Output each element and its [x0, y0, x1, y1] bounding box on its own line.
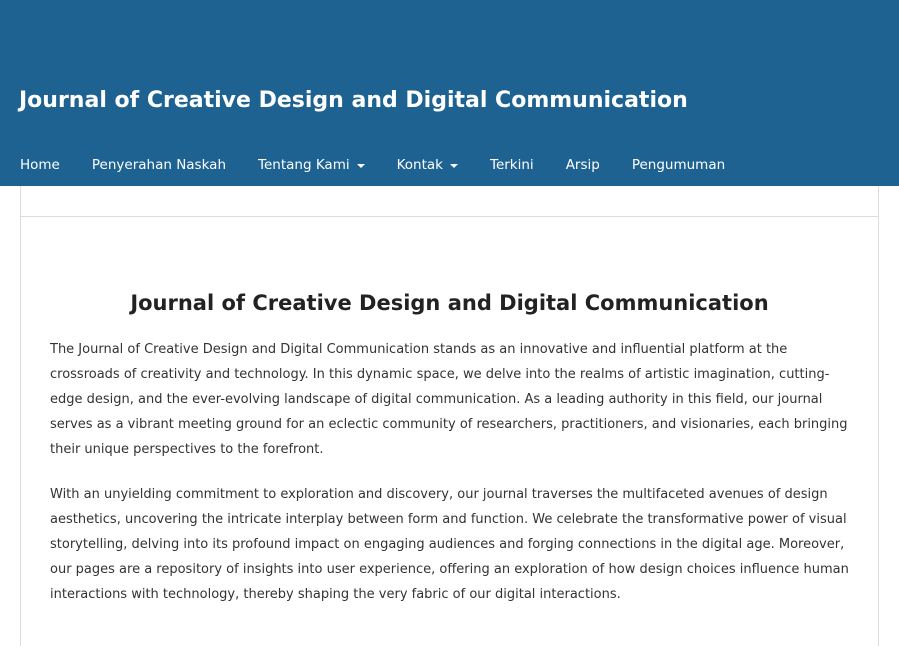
intro-paragraph-1: The Journal of Creative Design and Digit…	[50, 342, 848, 457]
nav-item-label: Pengumuman	[631, 157, 726, 173]
nav-item-label: Kontak	[396, 157, 443, 173]
nav-item-pengumuman[interactable]: Pengumuman	[632, 150, 725, 180]
nav-item-home[interactable]: Home	[20, 150, 60, 180]
page-heading: Journal of Creative Design and Digital C…	[130, 291, 769, 315]
nav-item-terkini[interactable]: Terkini	[490, 150, 534, 180]
primary-nav: Home Penyerahan Naskah Tentang Kami Kont…	[0, 150, 757, 180]
nav-item-label: Tentang Kami	[258, 157, 350, 173]
site-title[interactable]: Journal of Creative Design and Digital C…	[19, 86, 688, 116]
caret-down-icon	[356, 164, 365, 168]
nav-item-label: Arsip	[565, 157, 600, 173]
nav-item-penyerahan-naskah[interactable]: Penyerahan Naskah	[92, 150, 226, 180]
intro-paragraph-2: With an unyielding commitment to explora…	[50, 487, 849, 602]
main-content: Journal of Creative Design and Digital C…	[20, 186, 879, 646]
nav-item-tentang-kami[interactable]: Tentang Kami	[258, 150, 365, 180]
site-header: Journal of Creative Design and Digital C…	[0, 0, 899, 186]
nav-item-kontak[interactable]: Kontak	[397, 150, 458, 180]
content-divider	[21, 216, 878, 217]
nav-item-label: Home	[20, 157, 60, 173]
nav-item-label: Penyerahan Naskah	[91, 157, 227, 173]
caret-down-icon	[450, 164, 458, 168]
nav-item-arsip[interactable]: Arsip	[566, 150, 600, 180]
nav-item-label: Terkini	[490, 157, 534, 173]
